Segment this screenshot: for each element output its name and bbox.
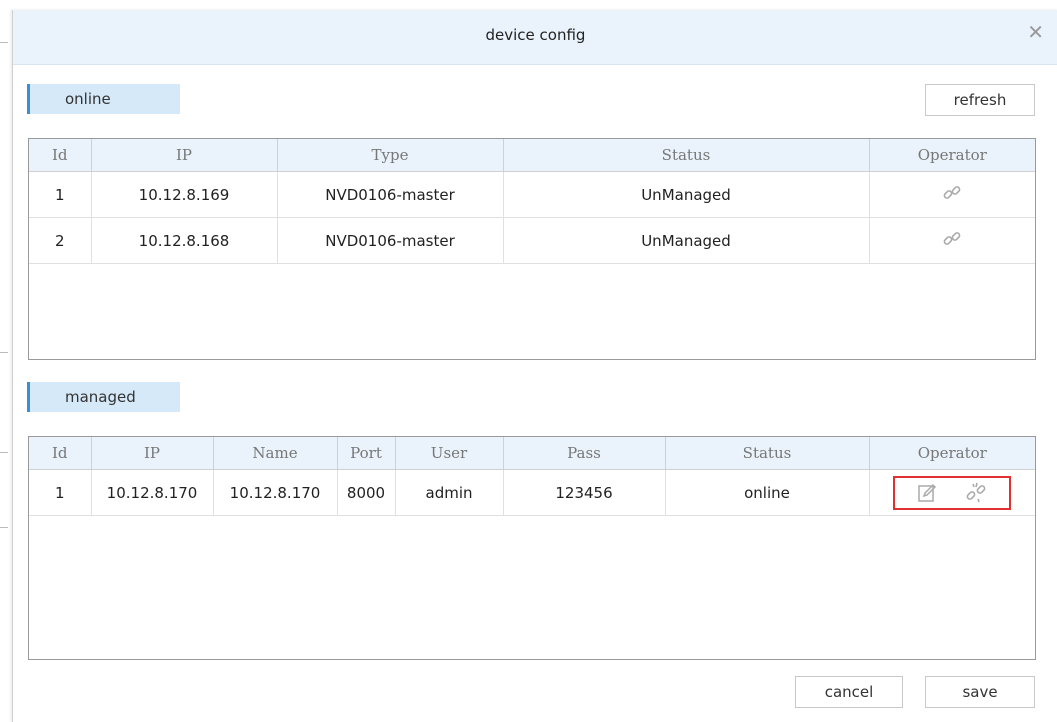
- cell-status: online: [665, 469, 870, 516]
- operator-highlight-box: [893, 475, 1012, 510]
- managed-table: Id IP Name Port User Pass Status Operato…: [28, 436, 1036, 660]
- cell-port: 8000: [337, 469, 396, 516]
- cell-status: UnManaged: [503, 217, 870, 264]
- dialog-header: device config ✕: [13, 10, 1057, 65]
- unlink-icon[interactable]: [964, 482, 988, 504]
- managed-table-header: Id IP Name Port User Pass Status Operato…: [29, 437, 1035, 470]
- cell-user: admin: [395, 469, 504, 516]
- table-row: 1 10.12.8.170 10.12.8.170 8000 admin 123…: [29, 469, 1035, 516]
- cancel-button[interactable]: cancel: [795, 676, 903, 708]
- cell-status: UnManaged: [503, 171, 870, 218]
- column-header-user: User: [395, 437, 504, 470]
- cell-ip: 10.12.8.168: [91, 217, 278, 264]
- cell-id: 1: [29, 171, 92, 218]
- cell-operator: [869, 171, 1035, 218]
- background-window: [0, 0, 1057, 10]
- device-config-dialog: device config ✕ online refresh Id IP Typ…: [12, 10, 1057, 722]
- column-header-name: Name: [213, 437, 338, 470]
- column-header-ip: IP: [91, 437, 214, 470]
- cell-operator: [869, 469, 1035, 516]
- cell-type: NVD0106-master: [277, 217, 504, 264]
- save-button[interactable]: save: [925, 676, 1035, 708]
- column-header-pass: Pass: [503, 437, 666, 470]
- cell-id: 2: [29, 217, 92, 264]
- column-header-status: Status: [503, 139, 870, 172]
- cell-id: 1: [29, 469, 92, 516]
- cell-name: 10.12.8.170: [213, 469, 338, 516]
- edit-icon[interactable]: [916, 482, 938, 504]
- refresh-button[interactable]: refresh: [925, 84, 1035, 116]
- cell-pass: 123456: [503, 469, 666, 516]
- column-header-type: Type: [277, 139, 504, 172]
- column-header-operator: Operator: [869, 139, 1035, 172]
- column-header-status: Status: [665, 437, 870, 470]
- table-row: 1 10.12.8.169 NVD0106-master UnManaged: [29, 171, 1035, 218]
- online-section-label: online: [27, 84, 180, 114]
- column-header-id: Id: [29, 139, 92, 172]
- cell-type: NVD0106-master: [277, 171, 504, 218]
- link-icon[interactable]: [941, 228, 963, 250]
- managed-section-label: managed: [27, 382, 180, 412]
- cell-ip: 10.12.8.170: [91, 469, 214, 516]
- column-header-id: Id: [29, 437, 92, 470]
- cell-operator: [869, 217, 1035, 264]
- table-row: 2 10.12.8.168 NVD0106-master UnManaged: [29, 217, 1035, 264]
- online-table-header: Id IP Type Status Operator: [29, 139, 1035, 172]
- online-table: Id IP Type Status Operator 1 10.12.8.169…: [28, 138, 1036, 360]
- background-window-edge: [0, 0, 12, 722]
- column-header-ip: IP: [91, 139, 278, 172]
- dialog-title: device config: [485, 26, 586, 44]
- link-icon[interactable]: [941, 182, 963, 204]
- column-header-operator: Operator: [869, 437, 1035, 470]
- close-icon[interactable]: ✕: [1027, 20, 1044, 44]
- cell-ip: 10.12.8.169: [91, 171, 278, 218]
- column-header-port: Port: [337, 437, 396, 470]
